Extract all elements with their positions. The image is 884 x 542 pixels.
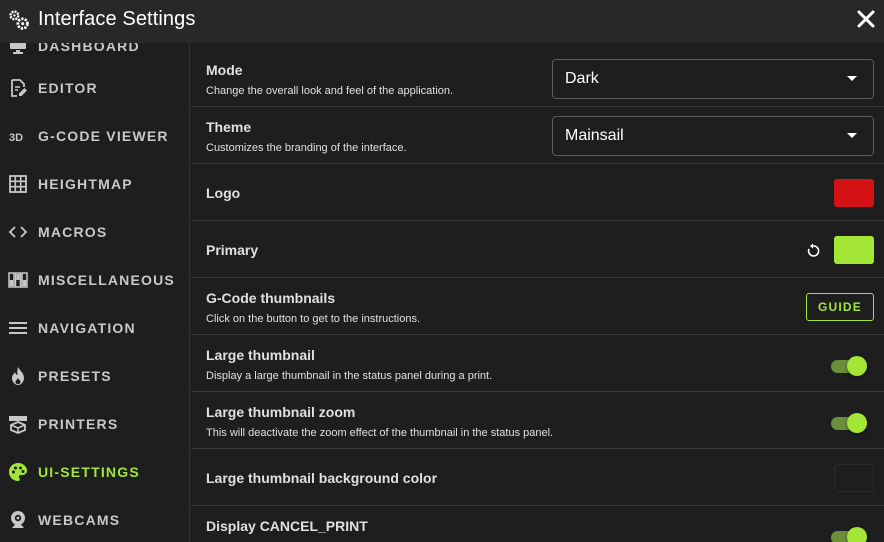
sidebar-item-label: Macros — [38, 224, 108, 240]
mode-select[interactable]: Dark — [552, 59, 874, 99]
setting-title: Large thumbnail zoom — [206, 404, 356, 420]
sidebar-item-printers[interactable]: Printers — [0, 400, 189, 448]
setting-row-large-thumbnail-zoom: Large thumbnail zoom This will deactivat… — [191, 392, 884, 449]
sidebar-item-navigation[interactable]: Navigation — [0, 304, 189, 352]
sidebar-item-heightmap[interactable]: Heightmap — [0, 160, 189, 208]
setting-title: G-Code thumbnails — [206, 290, 336, 306]
setting-row-large-thumbnail: Large thumbnail Display a large thumbnai… — [191, 335, 884, 392]
theme-select[interactable]: Mainsail — [552, 116, 874, 156]
mode-select-value: Dark — [565, 70, 599, 87]
fire-icon — [8, 366, 28, 386]
primary-color-swatch[interactable] — [834, 236, 874, 264]
sidebar-item-label: UI-Settings — [38, 464, 140, 480]
setting-title: Theme — [206, 119, 252, 135]
grid-icon — [8, 174, 28, 194]
reset-icon[interactable] — [805, 243, 821, 259]
setting-description: Click on the button to get to the instru… — [206, 313, 421, 325]
setting-title: Logo — [206, 185, 241, 201]
sidebar-item-label: Editor — [38, 80, 98, 96]
setting-row-mode: Mode Change the overall look and feel of… — [191, 50, 884, 107]
sidebar-item-gcode-viewer[interactable]: 3D G-Code Viewer — [0, 112, 189, 160]
cogs-icon — [9, 10, 29, 30]
sidebar-item-label: Dashboard — [38, 43, 140, 54]
sidebar-item-miscellaneous[interactable]: Miscellaneous — [0, 256, 189, 304]
menu-icon — [8, 318, 28, 338]
sidebar-item-macros[interactable]: Macros — [0, 208, 189, 256]
setting-title: Primary — [206, 242, 259, 258]
setting-description: This will deactivate the zoom effect of … — [206, 427, 554, 439]
sidebar-item-ui-settings[interactable]: UI-Settings — [0, 448, 189, 496]
window-titlebar: Interface Settings — [0, 0, 884, 43]
guide-button[interactable]: GUIDE — [806, 293, 874, 321]
printer-3d-icon — [8, 414, 28, 434]
sidebar-item-label: Heightmap — [38, 176, 133, 192]
webcam-icon — [8, 510, 28, 530]
setting-description: Change the overall look and feel of the … — [206, 85, 454, 97]
large-thumbnail-toggle[interactable] — [829, 355, 869, 377]
code-icon — [8, 222, 28, 242]
theme-select-value: Mainsail — [565, 127, 624, 144]
setting-row-theme: Theme Customizes the branding of the int… — [191, 107, 884, 164]
chevron-down-icon — [847, 76, 857, 81]
setting-row-logo: Logo — [191, 164, 884, 221]
sidebar-item-label: Miscellaneous — [38, 272, 175, 288]
display-cancel-print-toggle[interactable] — [829, 526, 869, 542]
toggle-thumb — [847, 356, 867, 376]
palette-icon — [8, 462, 28, 482]
window-title: Interface Settings — [38, 8, 196, 30]
settings-sidebar: Dashboard Editor 3D G-Code Viewer Height… — [0, 43, 190, 542]
sidebar-item-label: Presets — [38, 368, 112, 384]
sidebar-item-label: Webcams — [38, 512, 121, 528]
setting-row-gcode-thumbnails: G-Code thumbnails Click on the button to… — [191, 278, 884, 335]
sidebar-item-label: Printers — [38, 416, 119, 432]
sidebar-item-label: G-Code Viewer — [38, 128, 169, 144]
setting-title: Large thumbnail — [206, 347, 315, 363]
sidebar-item-webcams[interactable]: Webcams — [0, 496, 189, 542]
chevron-down-icon — [847, 133, 857, 138]
close-icon[interactable] — [857, 10, 875, 28]
large-thumbnail-zoom-toggle[interactable] — [829, 412, 869, 434]
setting-row-primary: Primary — [191, 221, 884, 278]
setting-title: Display CANCEL_PRINT — [206, 518, 368, 534]
logo-color-swatch[interactable] — [834, 179, 874, 207]
sidebar-item-label: Navigation — [38, 320, 136, 336]
sidebar-item-presets[interactable]: Presets — [0, 352, 189, 400]
thumbnail-bg-color-swatch[interactable] — [834, 464, 874, 492]
setting-row-display-cancel-print: Display CANCEL_PRINT — [191, 506, 884, 542]
setting-title: Mode — [206, 62, 243, 78]
settings-panel: Mode Change the overall look and feel of… — [191, 43, 884, 542]
toggle-thumb — [847, 413, 867, 433]
monitor-icon — [8, 43, 28, 56]
dip-switch-icon — [8, 270, 28, 290]
3d-icon: 3D — [8, 126, 28, 146]
setting-description: Display a large thumbnail in the status … — [206, 370, 493, 382]
sidebar-item-editor[interactable]: Editor — [0, 64, 189, 112]
setting-row-large-thumbnail-bg: Large thumbnail background color — [191, 449, 884, 506]
file-edit-icon — [8, 78, 28, 98]
setting-title: Large thumbnail background color — [206, 470, 438, 486]
svg-text:3D: 3D — [9, 132, 23, 144]
toggle-thumb — [847, 527, 867, 542]
setting-description: Customizes the branding of the interface… — [206, 142, 407, 154]
